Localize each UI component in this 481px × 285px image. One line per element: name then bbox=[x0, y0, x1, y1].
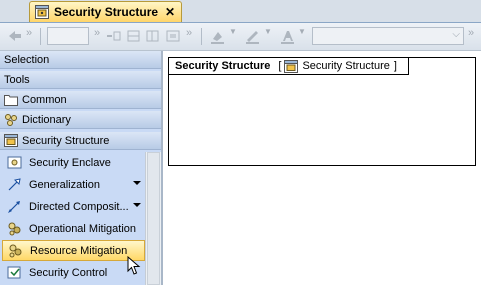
chevron-down-icon: ⌵ bbox=[452, 29, 460, 40]
tool-label: Directed Composit... bbox=[29, 200, 129, 213]
section-label: Security Structure bbox=[22, 134, 110, 147]
palette-section-security-structure[interactable]: Security Structure bbox=[0, 132, 161, 150]
generalization-icon bbox=[8, 178, 21, 191]
diagram-frame[interactable]: Security Structure [ Security Structure … bbox=[168, 57, 476, 166]
tool-security-control[interactable]: Security Control bbox=[2, 262, 145, 283]
tool-directed-composition[interactable]: Directed Composit... bbox=[2, 196, 145, 217]
palette-section-common[interactable]: Common bbox=[0, 91, 161, 109]
bracket-open: [ bbox=[278, 60, 282, 72]
tab-security-structure[interactable]: Security Structure ✕ bbox=[29, 1, 182, 22]
mouse-cursor-icon bbox=[127, 256, 141, 275]
section-label: Dictionary bbox=[22, 113, 71, 126]
resource-mitigation-icon bbox=[9, 244, 22, 258]
section-label: Tools bbox=[4, 73, 30, 86]
palette-scrollbar[interactable] bbox=[145, 152, 161, 285]
tab-label: Security Structure bbox=[54, 5, 159, 19]
chevron-down-icon[interactable] bbox=[133, 203, 141, 207]
security-control-icon bbox=[7, 266, 21, 279]
palette-section-tools[interactable]: Tools bbox=[0, 71, 161, 89]
section-label: Selection bbox=[4, 53, 50, 66]
diagram-toolbar: » » » ▼ ▼ ▼ ⌵ » bbox=[0, 23, 481, 51]
tool-resource-mitigation[interactable]: Resource Mitigation bbox=[2, 240, 145, 261]
dropdown-arrow-icon[interactable]: ▼ bbox=[298, 27, 306, 43]
close-icon[interactable]: ✕ bbox=[165, 5, 175, 19]
dropdown-arrow-icon[interactable]: ▼ bbox=[264, 27, 272, 43]
toolbar-separator bbox=[40, 28, 41, 45]
diagram-type: Security Structure bbox=[302, 60, 390, 72]
tool-operational-mitigation[interactable]: Operational Mitigation bbox=[2, 218, 145, 239]
palette-splitter[interactable] bbox=[161, 51, 163, 285]
back-arrow-icon[interactable] bbox=[6, 28, 24, 44]
tool-security-enclave[interactable]: Security Enclave bbox=[2, 152, 145, 173]
dictionary-icon bbox=[5, 114, 17, 126]
more-chevron-icon[interactable]: » bbox=[468, 27, 474, 43]
section-label: Common bbox=[22, 93, 67, 106]
tool-generalization[interactable]: Generalization bbox=[2, 174, 145, 195]
more-chevron-icon[interactable]: » bbox=[94, 27, 100, 43]
security-enclave-icon bbox=[7, 156, 22, 169]
bracket-close: ] bbox=[393, 60, 397, 72]
security-structure-diagram-icon bbox=[4, 134, 18, 147]
grid-icon[interactable] bbox=[127, 28, 141, 44]
tool-label: Generalization bbox=[29, 178, 100, 191]
modeling-tool-window: Security Structure ✕ » » » ▼ ▼ ▼ ⌵ » Sel… bbox=[0, 0, 481, 285]
chevron-down-icon[interactable] bbox=[133, 181, 141, 185]
toolbar-separator bbox=[201, 28, 202, 45]
security-structure-diagram-icon bbox=[35, 5, 49, 19]
palette-section-selection[interactable]: Selection bbox=[0, 51, 161, 69]
scrollbar-thumb[interactable] bbox=[147, 152, 160, 285]
dropdown-arrow-icon[interactable]: ▼ bbox=[229, 27, 237, 43]
diagram-frame-header: Security Structure [ Security Structure … bbox=[169, 58, 409, 75]
diagram-title: Security Structure bbox=[175, 60, 271, 72]
palette-section-dictionary[interactable]: Dictionary bbox=[0, 111, 161, 129]
tool-label: Operational Mitigation bbox=[29, 222, 137, 235]
diagram-palette: Selection Tools Common Dictionary Securi… bbox=[0, 51, 163, 285]
operational-mitigation-icon bbox=[8, 222, 21, 236]
font-combo[interactable]: ⌵ bbox=[312, 27, 464, 45]
align-icon[interactable] bbox=[105, 28, 123, 44]
fill-color-icon[interactable] bbox=[209, 28, 227, 44]
more-chevron-icon[interactable]: » bbox=[186, 27, 192, 43]
table-icon[interactable] bbox=[146, 28, 160, 44]
layout-icon[interactable] bbox=[166, 28, 182, 44]
tab-bar: Security Structure ✕ bbox=[0, 0, 481, 23]
directed-composition-icon bbox=[8, 201, 20, 213]
security-structure-diagram-icon bbox=[284, 59, 299, 73]
more-chevron-icon[interactable]: » bbox=[26, 27, 32, 43]
folder-icon bbox=[4, 95, 18, 106]
tool-label: Security Enclave bbox=[29, 156, 111, 169]
tool-label: Resource Mitigation bbox=[30, 244, 128, 257]
text-color-icon[interactable] bbox=[279, 28, 297, 44]
pen-color-icon[interactable] bbox=[244, 28, 262, 44]
tool-label: Security Control bbox=[29, 266, 108, 279]
toolbar-combo[interactable] bbox=[47, 27, 89, 45]
